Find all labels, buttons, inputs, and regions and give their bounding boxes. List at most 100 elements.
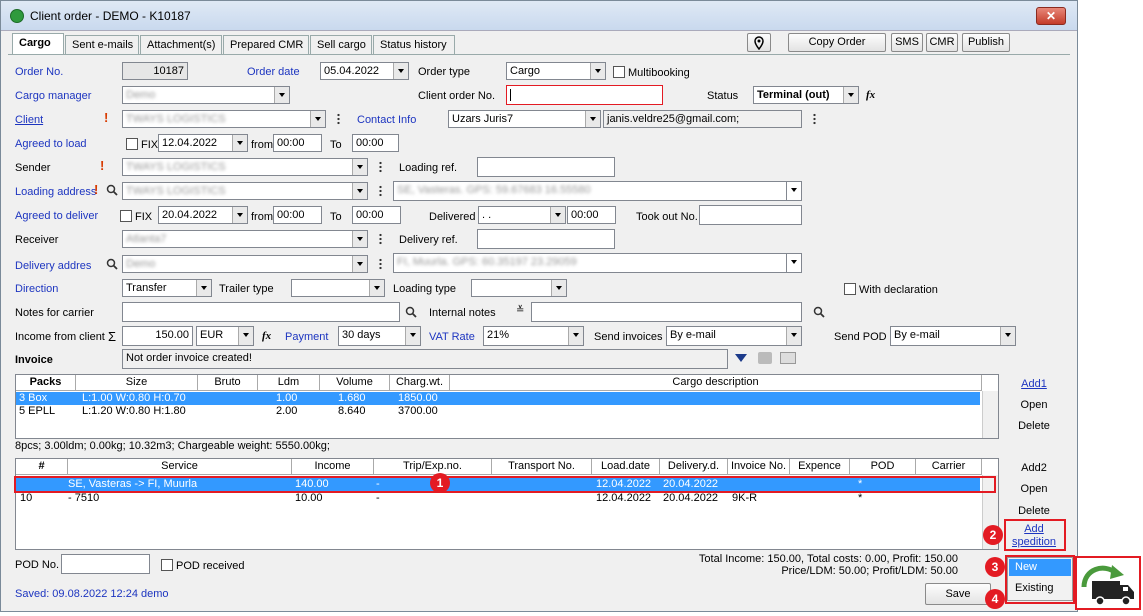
col-pod[interactable]: POD xyxy=(850,459,916,475)
sms-button[interactable]: SMS xyxy=(891,33,923,52)
packs-open-button[interactable]: Open xyxy=(1004,399,1064,411)
document-icon[interactable] xyxy=(780,352,796,364)
delivery-ref-input[interactable] xyxy=(477,229,615,249)
direction-select[interactable]: Transfer xyxy=(122,279,212,297)
copy-order-button[interactable]: Copy Order xyxy=(788,33,886,52)
chevron-down-icon[interactable] xyxy=(568,327,583,345)
delivered-time-input[interactable]: 00:00 xyxy=(567,206,616,224)
contact-select[interactable]: Uzars Juris7 xyxy=(448,110,601,128)
deliver-from-input[interactable]: 00:00 xyxy=(273,206,322,224)
receiver-select[interactable]: Atlanta7 xyxy=(122,230,368,248)
col-volume[interactable]: Volume xyxy=(320,375,390,391)
internal-notes-input[interactable] xyxy=(531,302,802,322)
col-delivery-date[interactable]: Delivery.d. xyxy=(660,459,728,475)
fix-deliver-checkbox[interactable] xyxy=(120,210,132,222)
table-row[interactable]: 5 EPLL L:1.20 W:0.80 H:1.80 2.00 8.640 3… xyxy=(16,405,980,418)
more-icon[interactable] xyxy=(813,113,816,125)
load-from-input[interactable]: 00:00 xyxy=(273,134,322,152)
payment-select[interactable]: 30 days xyxy=(338,326,421,346)
chevron-down-icon[interactable] xyxy=(352,231,367,247)
search-icon[interactable] xyxy=(813,306,825,321)
client-order-no-input[interactable] xyxy=(506,85,663,105)
chevron-down-icon[interactable] xyxy=(352,183,367,199)
col-service[interactable]: Service xyxy=(68,459,292,475)
loading-ref-input[interactable] xyxy=(477,157,615,177)
notes-carrier-input[interactable] xyxy=(122,302,400,322)
more-icon[interactable] xyxy=(379,258,382,270)
add-spedition-link[interactable]: Add spedition xyxy=(1004,523,1064,549)
chevron-down-icon[interactable] xyxy=(196,280,211,296)
delivered-date-picker[interactable]: . . xyxy=(478,206,566,224)
sender-select[interactable]: TWAYS LOGISTICS xyxy=(122,158,368,176)
multibooking-checkbox[interactable] xyxy=(613,66,625,78)
col-load-date[interactable]: Load.date xyxy=(592,459,660,475)
fx-icon[interactable]: fx xyxy=(262,330,271,342)
chevron-down-icon[interactable] xyxy=(550,207,565,223)
col-trip-exp-no[interactable]: Trip/Exp.no. xyxy=(374,459,492,475)
trailer-type-select[interactable] xyxy=(291,279,385,297)
contact-info-link[interactable]: Contact Info xyxy=(357,114,416,126)
cmr-button[interactable]: CMR xyxy=(926,33,958,52)
deliver-to-input[interactable]: 00:00 xyxy=(352,206,401,224)
location-pin-button[interactable] xyxy=(747,33,771,52)
add2-link[interactable]: Add2 xyxy=(1004,462,1064,474)
deliver-date-picker[interactable]: 20.04.2022 xyxy=(158,206,248,224)
col-packs[interactable]: Packs xyxy=(16,375,76,391)
table-row[interactable]: 10 - 7510 10.00 - 12.04.2022 20.04.2022 … xyxy=(16,492,980,505)
order-date-picker[interactable]: 05.04.2022 xyxy=(320,62,409,80)
search-icon[interactable] xyxy=(106,258,118,273)
tab-cargo[interactable]: Cargo xyxy=(12,33,64,54)
income-input[interactable]: 150.00 xyxy=(122,326,193,346)
printer-icon[interactable] xyxy=(758,352,772,364)
chevron-down-icon[interactable] xyxy=(352,256,367,272)
col-number[interactable]: # xyxy=(16,459,68,475)
col-expence[interactable]: Expence xyxy=(790,459,850,475)
tab-prepared-cmr[interactable]: Prepared CMR xyxy=(223,35,309,54)
col-carrier[interactable]: Carrier xyxy=(916,459,982,475)
chevron-down-icon[interactable] xyxy=(786,182,801,200)
services-delete-button[interactable]: Delete xyxy=(1004,505,1064,517)
with-declaration-checkbox[interactable] xyxy=(844,283,856,295)
tab-sent-emails[interactable]: Sent e-mails xyxy=(65,35,139,54)
tab-sell-cargo[interactable]: Sell cargo xyxy=(310,35,372,54)
chevron-down-icon[interactable] xyxy=(274,87,289,103)
chevron-down-icon[interactable] xyxy=(405,327,420,345)
chevron-down-icon[interactable] xyxy=(585,111,600,127)
loading-type-select[interactable] xyxy=(471,279,567,297)
status-select[interactable]: Terminal (out) xyxy=(753,86,859,104)
col-income[interactable]: Income xyxy=(292,459,374,475)
col-charg-wt[interactable]: Charg.wt. xyxy=(390,375,450,391)
packs-delete-button[interactable]: Delete xyxy=(1004,420,1064,432)
arrow-down-icon[interactable] xyxy=(735,354,747,362)
chevron-down-icon[interactable] xyxy=(352,159,367,175)
col-invoice-no[interactable]: Invoice No. xyxy=(728,459,790,475)
fix-load-checkbox[interactable] xyxy=(126,138,138,150)
services-open-button[interactable]: Open xyxy=(1004,483,1064,495)
pod-received-checkbox[interactable] xyxy=(161,559,173,571)
publish-button[interactable]: Publish xyxy=(962,33,1010,52)
more-icon[interactable] xyxy=(379,161,382,173)
chevron-down-icon[interactable] xyxy=(232,207,247,223)
load-date-picker[interactable]: 12.04.2022 xyxy=(158,134,248,152)
more-icon[interactable] xyxy=(379,233,382,245)
col-size[interactable]: Size xyxy=(76,375,198,391)
packs-scrollbar[interactable] xyxy=(982,391,998,438)
cargo-manager-select[interactable]: Demo xyxy=(122,86,290,104)
table-row[interactable]: 3 Box L:1.00 W:0.80 H:0.70 1.00 1.680 18… xyxy=(16,392,980,405)
chevron-down-icon[interactable] xyxy=(232,135,247,151)
sigma-icon[interactable]: Σ xyxy=(108,329,116,344)
send-invoices-select[interactable]: By e-mail xyxy=(666,326,802,346)
client-select[interactable]: TWAYS LOGISTICS xyxy=(122,110,326,128)
chevron-down-icon[interactable] xyxy=(786,254,801,272)
currency-select[interactable]: EUR xyxy=(196,326,254,346)
tab-attachments[interactable]: Attachment(s) xyxy=(140,35,222,54)
load-to-input[interactable]: 00:00 xyxy=(352,134,399,152)
close-button[interactable]: ✕ xyxy=(1036,7,1066,25)
chevron-down-icon[interactable] xyxy=(786,327,801,345)
chevron-down-icon[interactable] xyxy=(551,280,566,296)
pod-no-input[interactable] xyxy=(61,554,150,574)
vat-rate-select[interactable]: 21% xyxy=(483,326,584,346)
save-button[interactable]: Save xyxy=(925,583,991,605)
delivery-address-select[interactable]: FI, Muurla. GPS: 60.35197 23.29059 xyxy=(393,253,802,273)
loading-address-select[interactable]: SE, Vasteras. GPS: 59.67683 16.55580 xyxy=(393,181,802,201)
